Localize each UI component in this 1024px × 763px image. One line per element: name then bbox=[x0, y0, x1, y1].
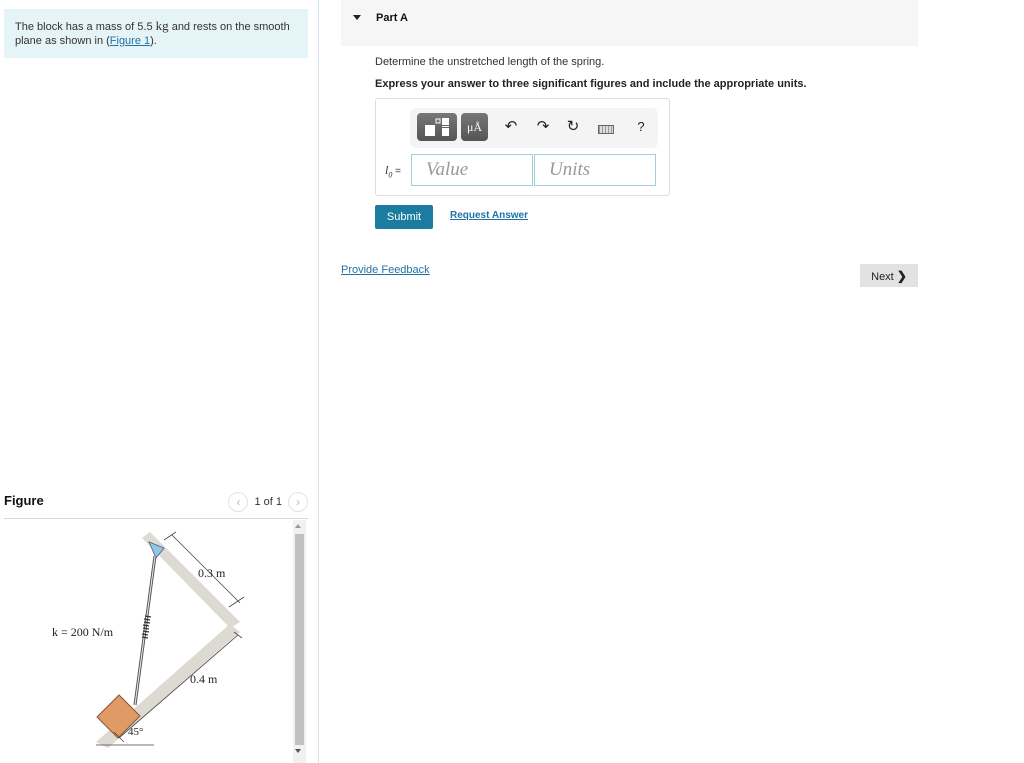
next-label: Next bbox=[871, 270, 894, 283]
spring-constant-label: k = 200 N/m bbox=[52, 625, 114, 639]
request-answer-link[interactable]: Request Answer bbox=[450, 210, 528, 221]
templates-button[interactable] bbox=[417, 113, 457, 141]
reset-icon[interactable]: ↻ bbox=[564, 117, 582, 137]
dim-upper-label: 0.3 m bbox=[198, 566, 226, 580]
chevron-right-icon: › bbox=[296, 495, 300, 509]
answer-box: μÅ ↶ ↷ ↻ ? l0 = bbox=[375, 98, 670, 196]
next-button[interactable]: Next ❯ bbox=[860, 264, 918, 287]
redo-icon[interactable]: ↷ bbox=[534, 117, 552, 137]
part-a-header[interactable]: Part A bbox=[341, 0, 918, 46]
help-icon[interactable]: ? bbox=[632, 117, 650, 137]
problem-statement: The block has a mass of 5.5 kg and rests… bbox=[4, 9, 308, 58]
problem-text-end: ). bbox=[150, 35, 157, 47]
problem-text: The block has a mass of 5.5 bbox=[15, 21, 156, 33]
left-panel: The block has a mass of 5.5 kg and rests… bbox=[0, 0, 319, 763]
chevron-left-icon: ‹ bbox=[236, 495, 241, 509]
spring-incline-diagram: 0.3 m 0.4 m k = 200 N/m 45° bbox=[52, 531, 245, 748]
figure-header: Figure ‹ 1 of 1 › bbox=[4, 488, 308, 519]
figure-image: 0.3 m 0.4 m k = 200 N/m 45° bbox=[4, 520, 294, 763]
provide-feedback-link[interactable]: Provide Feedback bbox=[341, 264, 430, 276]
templates-icon bbox=[425, 118, 449, 136]
figure-pager: ‹ 1 of 1 › bbox=[228, 492, 308, 512]
math-toolbar: μÅ ↶ ↷ ↻ ? bbox=[410, 108, 658, 148]
part-title: Part A bbox=[376, 12, 408, 24]
units-input[interactable] bbox=[534, 154, 656, 186]
question-text: Determine the unstretched length of the … bbox=[375, 56, 605, 68]
scroll-thumb[interactable] bbox=[295, 534, 304, 745]
keyboard-icon[interactable] bbox=[598, 125, 614, 134]
chevron-right-icon: ❯ bbox=[896, 268, 907, 283]
submit-button[interactable]: Submit bbox=[375, 205, 433, 229]
figure-prev-button[interactable]: ‹ bbox=[228, 492, 249, 512]
undo-icon[interactable]: ↶ bbox=[502, 117, 520, 137]
figure-scrollbar[interactable] bbox=[293, 520, 306, 763]
caret-down-icon bbox=[353, 15, 361, 20]
units-button[interactable]: μÅ bbox=[461, 113, 488, 141]
figure-next-button[interactable]: › bbox=[288, 492, 308, 512]
mass-unit: kg bbox=[155, 18, 169, 33]
instruction-text: Express your answer to three significant… bbox=[375, 78, 807, 90]
figure-link[interactable]: Figure 1 bbox=[110, 35, 150, 47]
answer-variable-label: l0 = bbox=[385, 163, 401, 179]
figure-title: Figure bbox=[4, 493, 44, 508]
equals-sign: = bbox=[392, 166, 401, 177]
figure-counter: 1 of 1 bbox=[254, 496, 282, 508]
scroll-up-icon[interactable] bbox=[295, 524, 301, 528]
value-input[interactable] bbox=[411, 154, 533, 186]
angle-label: 45° bbox=[128, 726, 143, 738]
scroll-down-icon[interactable] bbox=[295, 749, 301, 753]
dim-lower-label: 0.4 m bbox=[190, 672, 218, 686]
